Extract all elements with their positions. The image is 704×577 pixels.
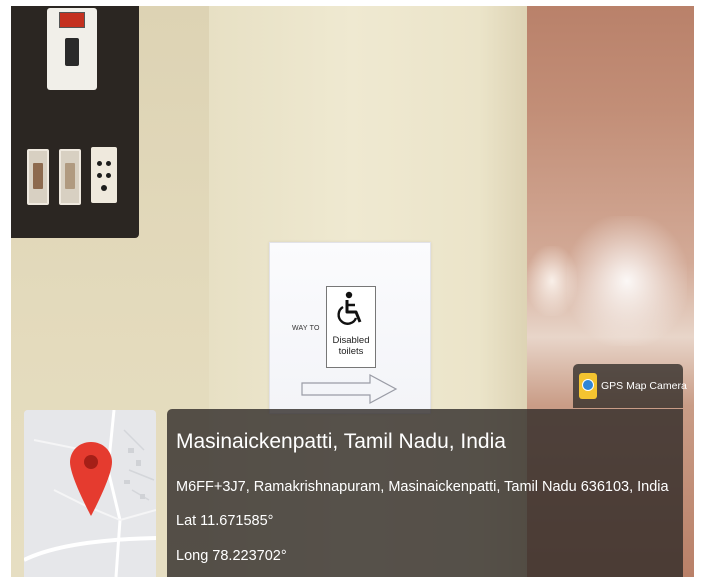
disabled-toilets-sign: WAY TO Disabled toilets	[269, 242, 431, 414]
place-title: Masinaickenpatti, Tamil Nadu, India	[176, 430, 506, 453]
wall-switch	[27, 149, 49, 205]
sign-direction-text: WAY TO	[292, 325, 320, 332]
circuit-breaker	[47, 8, 97, 90]
arrow-right-icon	[301, 373, 398, 405]
power-socket	[91, 147, 117, 203]
map-streets	[24, 410, 156, 577]
sign-label-line1: Disabled	[332, 335, 370, 346]
breaker-toggle	[65, 38, 79, 66]
wheelchair-icon	[337, 291, 362, 325]
wall-switch	[59, 149, 81, 205]
gps-camera-brand: GPS Map Camera	[573, 364, 687, 408]
sign-label-line2: toilets	[338, 346, 364, 357]
gps-map-camera-icon	[579, 373, 597, 399]
location-info-panel: Masinaickenpatti, Tamil Nadu, India M6FF…	[167, 409, 683, 577]
sign-label: Disabled toilets	[327, 335, 375, 357]
switch-board	[11, 6, 139, 238]
address-text: M6FF+3J7, Ramakrishnapuram, Masinaickenp…	[176, 479, 669, 495]
breaker-indicator	[59, 12, 85, 28]
longitude-text: Long 78.223702°	[176, 548, 287, 564]
sign-label-box: Disabled toilets	[326, 286, 376, 368]
door-reflection	[567, 216, 687, 346]
brand-label: GPS Map Camera	[601, 380, 687, 392]
door-reflection-small	[527, 246, 577, 316]
map-thumbnail	[24, 410, 156, 577]
latitude-text: Lat 11.671585°	[176, 513, 274, 529]
